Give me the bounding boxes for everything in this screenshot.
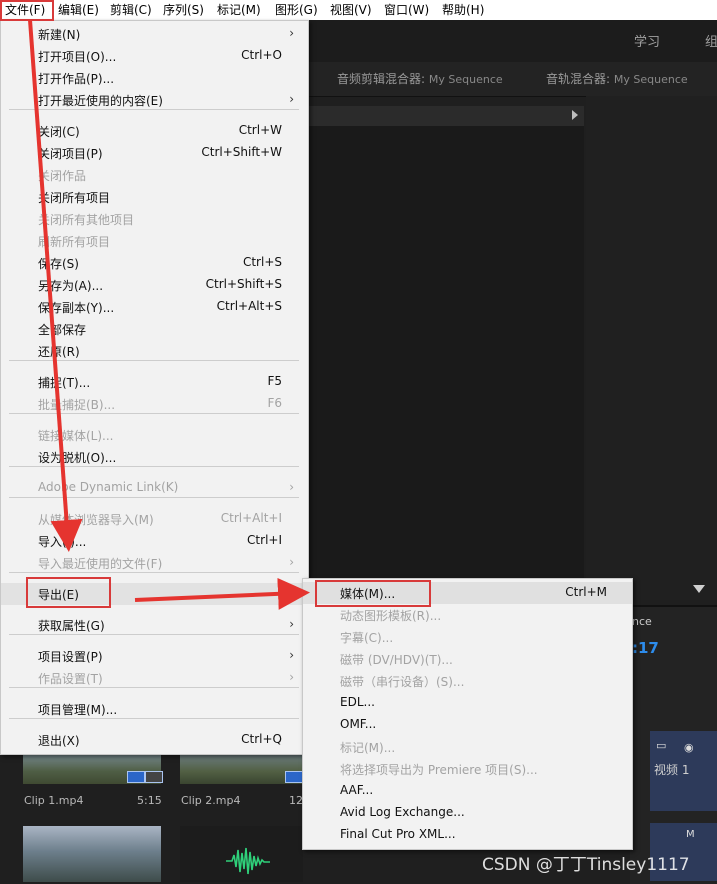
arrow-down — [28, 19, 83, 552]
arrow-right — [134, 577, 310, 610]
watermark: CSDN @丁丁Tinsley1117 — [482, 855, 690, 875]
annotation-arrows — [28, 19, 310, 610]
